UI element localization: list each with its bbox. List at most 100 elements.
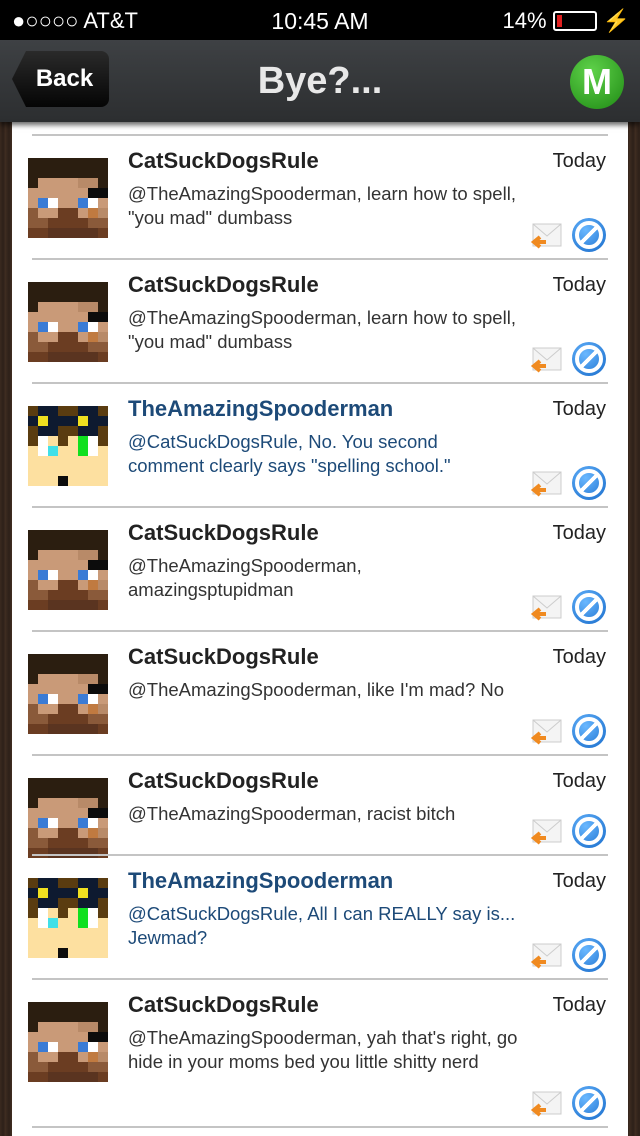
avatar-pixel [58,530,68,540]
comment-row[interactable]: CatSuckDogsRule Today @TheAmazingSpooder… [28,754,608,858]
avatar-pixel [58,908,68,918]
avatar-pixel [38,312,48,322]
avatar-pixel [78,332,88,342]
avatar-pixel [68,178,78,188]
avatar-pixel [48,888,58,898]
comment-author[interactable]: CatSuckDogsRule [128,520,319,546]
comment-list[interactable]: CatSuckDogsRule Today @TheAmazingSpooder… [12,122,628,1136]
comment-author[interactable]: TheAmazingSpooderman [128,868,393,894]
avatar-pixel [98,1042,108,1052]
block-icon[interactable] [572,938,606,972]
avatar-pixel [38,1052,48,1062]
comment-row[interactable]: CatSuckDogsRule Today @TheAmazingSpooder… [28,134,608,258]
avatar-pixel [28,560,38,570]
avatar-pixel [28,456,38,466]
avatar-pixel [98,426,108,436]
block-icon[interactable] [572,1086,606,1120]
avatar-pixel [38,694,48,704]
avatar-pixel [28,416,38,426]
avatar[interactable] [28,158,108,238]
avatar-pixel [28,352,38,362]
comment-row[interactable]: TheAmazingSpooderman Today @CatSuckDogsR… [28,854,608,978]
avatar[interactable] [28,778,108,858]
avatar[interactable] [28,282,108,362]
avatar-pixel [68,808,78,818]
reply-icon[interactable] [530,718,562,746]
avatar-pixel [38,426,48,436]
avatar-pixel [98,570,108,580]
avatar-pixel [38,664,48,674]
avatar-pixel [58,808,68,818]
avatar-pixel [28,694,38,704]
comment-row[interactable]: CatSuckDogsRule Today @TheAmazingSpooder… [28,978,608,1126]
avatar-pixel [48,476,58,486]
block-icon[interactable] [572,218,606,252]
avatar-pixel [28,788,38,798]
avatar-pixel [98,342,108,352]
avatar-pixel [48,178,58,188]
comment-row[interactable]: CatSuckDogsRule Today @TheAmazingSpooder… [28,506,608,630]
avatar-pixel [78,426,88,436]
comment-row[interactable]: CatSuckDogsRule Today @TheAmazingSpooder… [28,258,608,382]
reply-icon[interactable] [530,470,562,498]
avatar-pixel [98,1032,108,1042]
reply-icon[interactable] [530,818,562,846]
avatar-pixel [68,456,78,466]
avatar-pixel [68,352,78,362]
comment-author[interactable]: TheAmazingSpooderman [128,396,393,422]
avatar-pixel [88,228,98,238]
avatar-pixel [58,292,68,302]
comment-author[interactable]: CatSuckDogsRule [128,992,319,1018]
avatar[interactable] [28,654,108,734]
reply-icon[interactable] [530,594,562,622]
block-icon[interactable] [572,466,606,500]
comment-author[interactable]: CatSuckDogsRule [128,272,319,298]
reply-icon[interactable] [530,222,562,250]
block-icon[interactable] [572,714,606,748]
avatar-pixel [98,322,108,332]
avatar-pixel [38,550,48,560]
avatar[interactable] [28,1002,108,1082]
avatar-pixel [88,694,98,704]
avatar-pixel [58,674,68,684]
reply-icon[interactable] [530,942,562,970]
avatar-pixel [88,456,98,466]
block-icon[interactable] [572,590,606,624]
avatar-pixel [28,406,38,416]
avatar[interactable] [28,878,108,958]
reply-icon[interactable] [530,346,562,374]
reply-icon[interactable] [530,1090,562,1118]
avatar-pixel [38,908,48,918]
avatar-pixel [48,560,58,570]
avatar-pixel [48,580,58,590]
avatar-pixel [28,476,38,486]
block-icon[interactable] [572,814,606,848]
avatar-pixel [78,674,88,684]
avatar-pixel [58,406,68,416]
comment-date: Today [552,150,606,172]
avatar-pixel [78,466,88,476]
block-icon[interactable] [572,342,606,376]
comment-row[interactable]: TheAmazingSpooderman Today @CatSuckDogsR… [28,382,608,506]
avatar-pixel [68,1052,78,1062]
avatar-pixel [48,228,58,238]
comment-row[interactable]: CatSuckDogsRule Today @TheAmazingSpooder… [28,630,608,754]
avatar-pixel [88,1012,98,1022]
avatar-pixel [58,778,68,788]
comment-date: Today [552,274,606,296]
avatar-pixel [68,948,78,958]
avatar-pixel [28,530,38,540]
avatar-pixel [28,292,38,302]
avatar-pixel [28,654,38,664]
avatar[interactable] [28,406,108,486]
avatar-pixel [58,898,68,908]
comment-author[interactable]: CatSuckDogsRule [128,644,319,670]
avatar-pixel [28,838,38,848]
avatar-pixel [78,188,88,198]
comment-author[interactable]: CatSuckDogsRule [128,768,319,794]
avatar[interactable] [28,530,108,610]
comment-author[interactable]: CatSuckDogsRule [128,148,319,174]
avatar-pixel [98,938,108,948]
avatar-pixel [98,456,108,466]
menu-button[interactable]: M [570,55,624,109]
